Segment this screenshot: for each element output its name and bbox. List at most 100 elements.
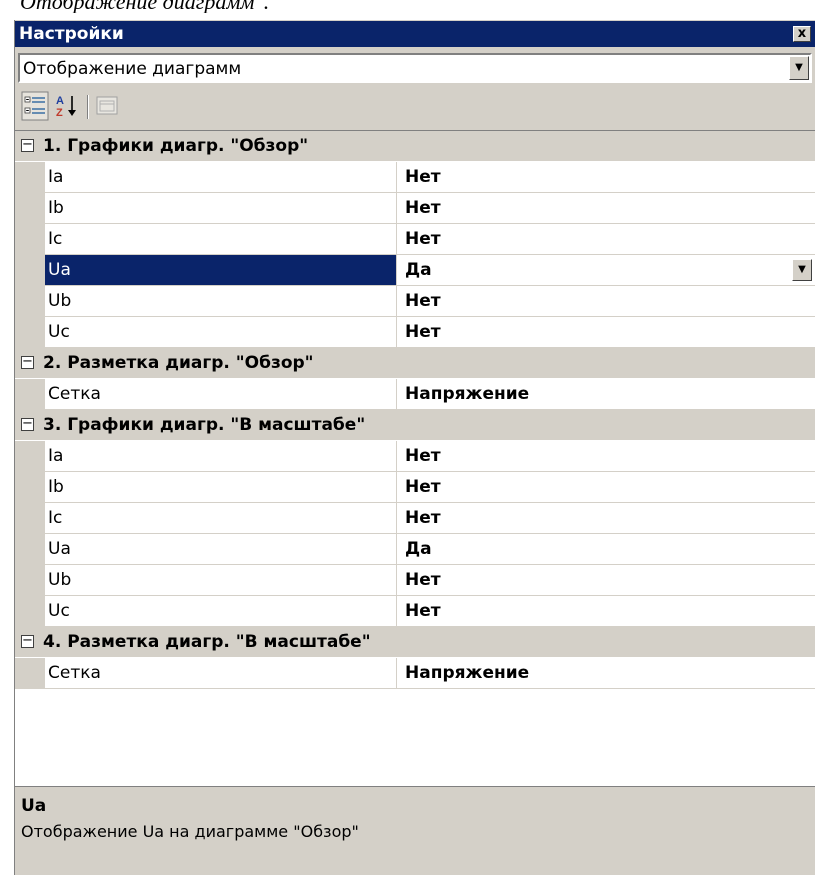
property-row[interactable]: Ia Нет xyxy=(15,162,815,193)
property-value[interactable]: Да ▼ xyxy=(397,255,815,286)
property-value-text: Да xyxy=(405,260,432,280)
property-row[interactable]: Uc Нет xyxy=(15,317,815,348)
row-gutter xyxy=(15,286,45,317)
row-gutter xyxy=(15,255,45,286)
property-value-text: Нет xyxy=(405,167,441,187)
property-name[interactable]: Ib xyxy=(45,193,397,224)
property-name[interactable]: Ia xyxy=(45,162,397,193)
property-row[interactable]: Ib Нет xyxy=(15,193,815,224)
property-value-text: Нет xyxy=(405,291,441,311)
property-value-text: Нет xyxy=(405,198,441,218)
alphabetical-icon[interactable]: A Z xyxy=(53,91,81,121)
property-value[interactable]: Напряжение xyxy=(397,379,815,410)
settings-panel: Настройки x Отображение диаграмм ▼ A Z −… xyxy=(14,20,815,875)
property-name[interactable]: Uc xyxy=(45,317,397,348)
property-value-text: Напряжение xyxy=(405,384,530,404)
property-value[interactable]: Нет xyxy=(397,596,815,627)
category-label: 2. Разметка диагр. "Обзор" xyxy=(43,353,314,373)
property-value[interactable]: Нет xyxy=(397,317,815,348)
close-button[interactable]: x xyxy=(793,26,811,42)
row-gutter xyxy=(15,472,45,503)
property-name[interactable]: Ic xyxy=(45,224,397,255)
property-row[interactable]: Ua Да ▼ xyxy=(15,255,815,286)
property-row[interactable]: Ub Нет xyxy=(15,286,815,317)
row-gutter xyxy=(15,379,45,410)
help-pane: Ua Отображение Ua на диаграмме "Обзор" xyxy=(15,786,815,875)
property-row[interactable]: Ua Да xyxy=(15,534,815,565)
object-selector-value: Отображение диаграмм xyxy=(23,59,242,79)
row-gutter xyxy=(15,162,45,193)
row-gutter xyxy=(15,224,45,255)
property-row[interactable]: Ib Нет xyxy=(15,472,815,503)
row-gutter xyxy=(15,317,45,348)
property-value-text: Нет xyxy=(405,570,441,590)
collapse-icon[interactable]: − xyxy=(21,634,34,648)
category-label: 3. Графики диагр. "В масштабе" xyxy=(43,415,366,435)
category-header[interactable]: −2. Разметка диагр. "Обзор" xyxy=(15,348,815,379)
row-gutter xyxy=(15,503,45,534)
collapse-icon[interactable]: − xyxy=(21,355,34,369)
property-value[interactable]: Нет xyxy=(397,472,815,503)
collapse-icon[interactable]: − xyxy=(21,138,34,152)
window-title: Настройки xyxy=(19,24,124,44)
dropdown-arrow-icon[interactable]: ▼ xyxy=(789,56,809,80)
property-value[interactable]: Нет xyxy=(397,193,815,224)
property-row[interactable]: Uc Нет xyxy=(15,596,815,627)
category-label: 4. Разметка диагр. "В масштабе" xyxy=(43,632,371,652)
property-name[interactable]: Ub xyxy=(45,565,397,596)
row-gutter xyxy=(15,441,45,472)
property-value-text: Нет xyxy=(405,477,441,497)
property-row[interactable]: Ic Нет xyxy=(15,224,815,255)
property-value[interactable]: Нет xyxy=(397,441,815,472)
title-bar: Настройки x xyxy=(15,21,815,47)
row-gutter xyxy=(15,534,45,565)
property-row[interactable]: Сетка Напряжение xyxy=(15,379,815,410)
svg-text:A: A xyxy=(56,95,64,107)
row-gutter xyxy=(15,596,45,627)
object-selector[interactable]: Отображение диаграмм ▼ xyxy=(18,53,812,83)
property-name[interactable]: Сетка xyxy=(45,379,397,410)
document-caption: Отображение диаграмм". xyxy=(20,0,270,13)
property-value-text: Да xyxy=(405,539,432,559)
property-value-text: Нет xyxy=(405,229,441,249)
property-value[interactable]: Нет xyxy=(397,162,815,193)
property-value-text: Напряжение xyxy=(405,663,530,683)
property-value[interactable]: Нет xyxy=(397,503,815,534)
value-dropdown-icon[interactable]: ▼ xyxy=(792,259,812,281)
property-grid: −1. Графики диагр. "Обзор" Ia Нет Ib Нет Ic Не… xyxy=(15,130,815,786)
category-header[interactable]: −3. Графики диагр. "В масштабе" xyxy=(15,410,815,441)
property-name[interactable]: Uc xyxy=(45,596,397,627)
property-row[interactable]: Сетка Напряжение xyxy=(15,658,815,689)
property-name[interactable]: Ua xyxy=(45,255,397,286)
row-gutter xyxy=(15,658,45,689)
property-value[interactable]: Напряжение xyxy=(397,658,815,689)
toolbar-separator xyxy=(87,95,89,119)
property-value-text: Нет xyxy=(405,601,441,621)
help-description: Отображение Ua на диаграмме "Обзор" xyxy=(21,822,359,841)
property-name[interactable]: Ib xyxy=(45,472,397,503)
property-name[interactable]: Ic xyxy=(45,503,397,534)
collapse-icon[interactable]: − xyxy=(21,417,34,431)
property-name[interactable]: Сетка xyxy=(45,658,397,689)
property-value[interactable]: Нет xyxy=(397,565,815,596)
svg-text:Z: Z xyxy=(56,107,63,119)
row-gutter xyxy=(15,565,45,596)
property-value[interactable]: Нет xyxy=(397,286,815,317)
property-value-text: Нет xyxy=(405,322,441,342)
property-name[interactable]: Ua xyxy=(45,534,397,565)
category-label: 1. Графики диагр. "Обзор" xyxy=(43,136,309,156)
category-header[interactable]: −1. Графики диагр. "Обзор" xyxy=(15,131,815,162)
help-title: Ua xyxy=(21,796,47,816)
category-header[interactable]: −4. Разметка диагр. "В масштабе" xyxy=(15,627,815,658)
property-row[interactable]: Ia Нет xyxy=(15,441,815,472)
property-value-text: Нет xyxy=(405,446,441,466)
property-value-text: Нет xyxy=(405,508,441,528)
property-value[interactable]: Нет xyxy=(397,224,815,255)
property-row[interactable]: Ub Нет xyxy=(15,565,815,596)
property-pages-icon[interactable] xyxy=(93,91,121,121)
property-value[interactable]: Да xyxy=(397,534,815,565)
property-name[interactable]: Ia xyxy=(45,441,397,472)
categorized-icon[interactable] xyxy=(21,91,49,121)
property-name[interactable]: Ub xyxy=(45,286,397,317)
property-row[interactable]: Ic Нет xyxy=(15,503,815,534)
